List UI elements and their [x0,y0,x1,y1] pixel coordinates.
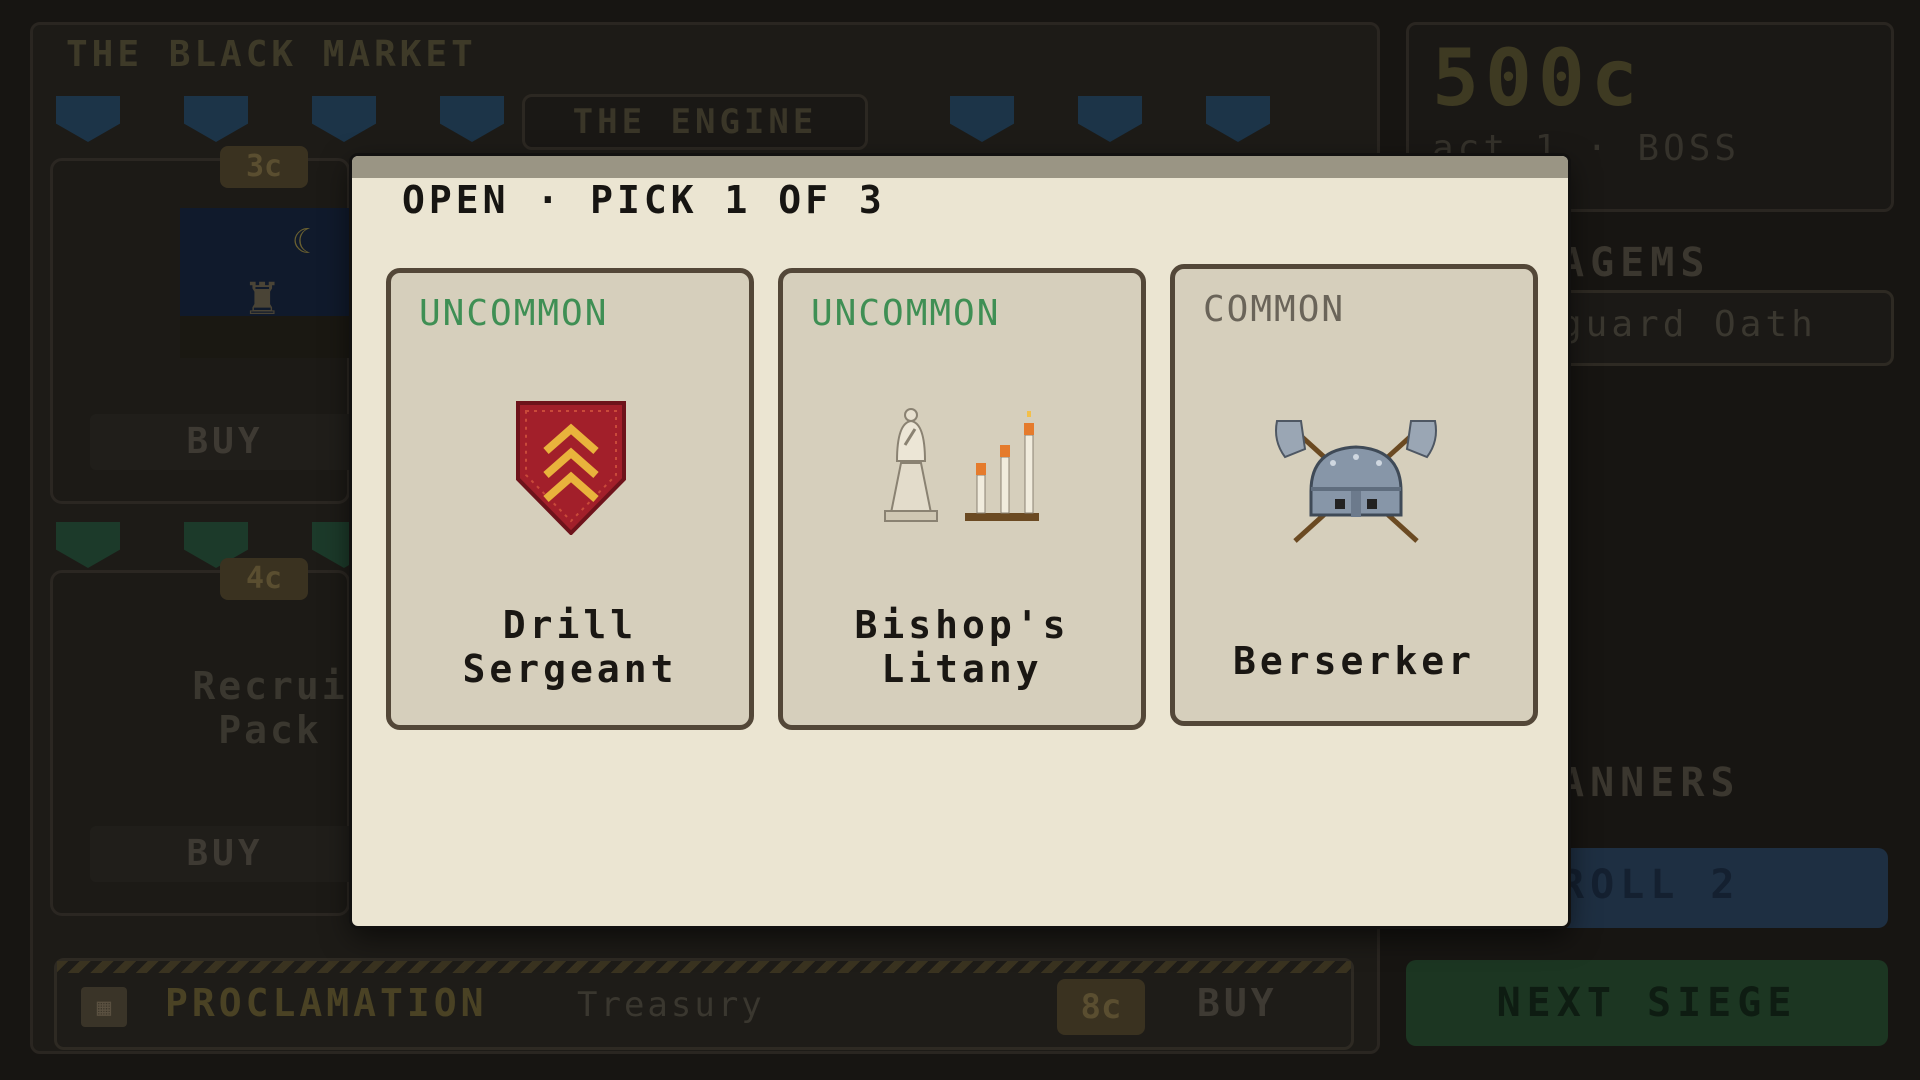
buy-button[interactable]: BUY [1197,981,1278,1025]
pennant-icon [1078,96,1142,142]
buy-button[interactable]: BUY [90,826,360,882]
card-name-line: Bishop's [854,603,1070,647]
pick-card-berserker[interactable]: COMMON Berserker [1170,264,1538,726]
pennant-icon [440,96,504,142]
pick-modal: OPEN · PICK 1 OF 3 UNCOMMON Drill Sergea… [352,156,1568,926]
pick-card-bishops-litany[interactable]: UNCOMMON Bishop's Litany [778,268,1146,730]
zigzag-trim [57,961,1351,973]
card-name-line: Sergeant [462,647,678,691]
horned-helmet-axes-icon [1271,419,1441,549]
proclamation-bar: ▦ PROCLAMATION Treasury 8c BUY [54,958,1354,1050]
stratagem-name: guard Oath [1560,304,1817,345]
reroll-label: ROLL 2 [1560,862,1741,908]
moon-icon: ☾ [292,222,313,262]
tower-icon: ♜ [246,264,279,327]
pick-card-drill-sergeant[interactable]: UNCOMMON Drill Sergeant [386,268,754,730]
proclamation-title: PROCLAMATION [165,981,488,1025]
coin-count: 500c [1432,34,1644,124]
modal-top-bar [352,156,1568,178]
proclamation-subtitle: Treasury [577,985,765,1025]
pennant-icon [184,96,248,142]
pennant-icon [950,96,1014,142]
next-siege-button[interactable]: NEXT SIEGE [1406,960,1888,1046]
modal-title: OPEN · PICK 1 OF 3 [402,178,886,222]
price-chip: 4c [220,558,308,600]
price-chip: 8c [1057,979,1145,1035]
night-tower-art: ☾ ♜ [180,208,350,358]
rarity-label: UNCOMMON [419,293,609,334]
price-chip: 3c [220,146,308,188]
pennant-icon [312,96,376,142]
chevron-shield-icon [516,401,626,539]
banners-heading: ANNERS [1560,760,1741,806]
card-name: Berserker [1233,639,1475,683]
card-name-line: Litany [881,647,1043,691]
scroll-icon: ▦ [81,987,127,1027]
rarity-label: COMMON [1203,289,1346,330]
card-name-line: Drill [502,603,638,647]
pennant-icon [1206,96,1270,142]
engine-tag: THE ENGINE [522,94,868,150]
bishop-candles-icon [875,401,1045,535]
buy-button[interactable]: BUY [90,414,360,470]
stratagems-heading: AGEMS [1560,240,1711,286]
rarity-label: UNCOMMON [811,293,1001,334]
market-title: THE BLACK MARKET [66,34,477,75]
pennant-icon [56,96,120,142]
